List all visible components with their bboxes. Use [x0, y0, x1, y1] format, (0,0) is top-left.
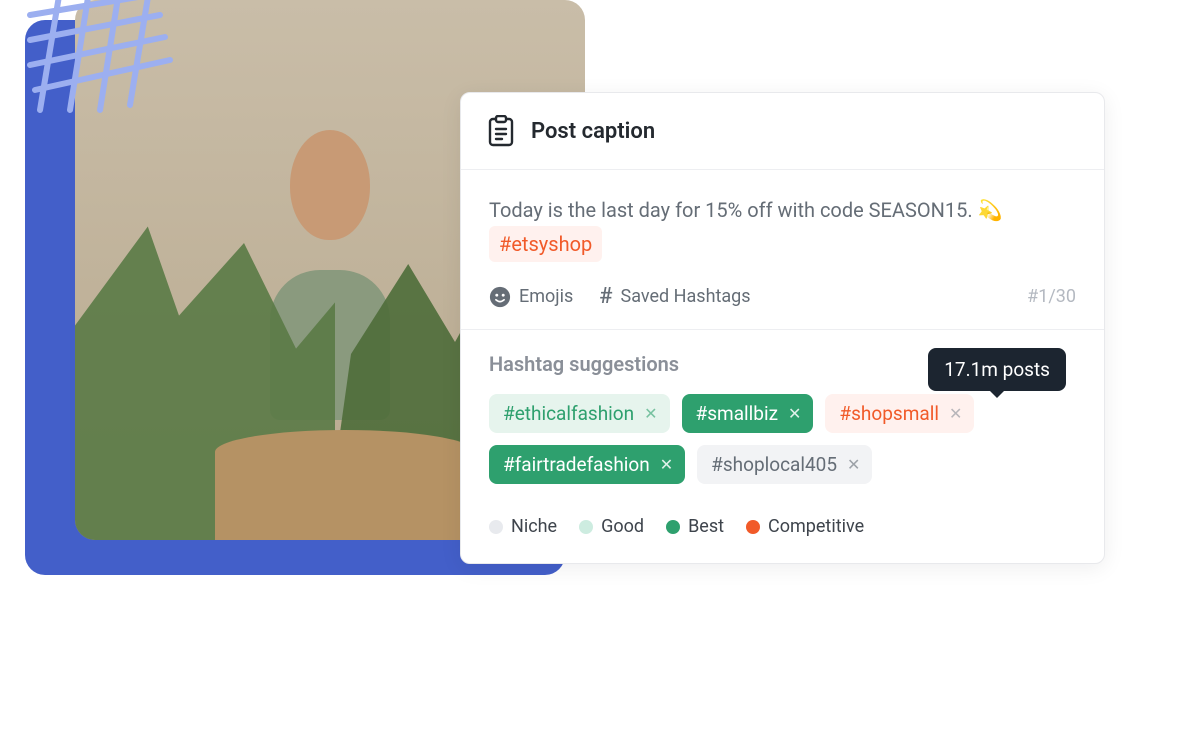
saved-hashtags-label: Saved Hashtags — [621, 286, 751, 307]
hashtag-suggestions-section: Hashtag suggestions 17.1m posts #ethical… — [461, 330, 1104, 508]
legend-label: Best — [688, 516, 724, 537]
legend-competitive: Competitive — [746, 516, 864, 537]
chip-label: #shopsmall — [839, 402, 939, 425]
dot-icon — [666, 520, 680, 534]
post-caption-card: Post caption Today is the last day for 1… — [460, 92, 1105, 564]
card-title: Post caption — [531, 119, 655, 144]
dizzy-emoji-icon: 💫 — [978, 194, 1003, 226]
close-icon[interactable]: ✕ — [949, 404, 962, 423]
inline-hashtag[interactable]: #etsyshop — [489, 226, 602, 262]
legend-label: Niche — [511, 516, 557, 537]
hashtag-chip-row: 17.1m posts #ethicalfashion ✕ #smallbiz … — [489, 394, 1076, 484]
hashtag-icon: # — [599, 284, 612, 309]
chip-label: #ethicalfashion — [503, 402, 634, 425]
legend-good: Good — [579, 516, 644, 537]
close-icon[interactable]: ✕ — [660, 455, 673, 474]
card-header: Post caption — [461, 93, 1104, 170]
hashtag-counter: #1/30 — [1027, 286, 1076, 307]
tier-legend: Niche Good Best Competitive — [461, 508, 1104, 563]
caption-main-text: Today is the last day for 15% off with c… — [489, 198, 978, 222]
chip-label: #smallbiz — [696, 402, 778, 425]
hashtag-chip[interactable]: #ethicalfashion ✕ — [489, 394, 670, 433]
close-icon[interactable]: ✕ — [788, 404, 801, 423]
hashtag-chip[interactable]: #smallbiz ✕ — [682, 394, 814, 433]
legend-label: Competitive — [768, 516, 864, 537]
clipboard-icon — [487, 115, 515, 147]
caption-tools-row: Emojis # Saved Hashtags #1/30 — [461, 280, 1104, 329]
saved-hashtags-button[interactable]: # Saved Hashtags — [599, 284, 750, 309]
decorative-scribble-icon — [20, 0, 180, 115]
legend-niche: Niche — [489, 516, 557, 537]
hashtag-chip[interactable]: #fairtradefashion ✕ — [489, 445, 685, 484]
legend-best: Best — [666, 516, 724, 537]
dot-icon — [746, 520, 760, 534]
chip-label: #shoplocal405 — [711, 453, 837, 476]
close-icon[interactable]: ✕ — [644, 404, 657, 423]
posts-tooltip: 17.1m posts — [928, 348, 1066, 391]
caption-input[interactable]: Today is the last day for 15% off with c… — [461, 170, 1104, 280]
caption-text: Today is the last day for 15% off with c… — [489, 194, 1076, 262]
dot-icon — [579, 520, 593, 534]
hashtag-chip[interactable]: #shopsmall ✕ — [825, 394, 974, 433]
emojis-label: Emojis — [519, 286, 573, 307]
emojis-button[interactable]: Emojis — [489, 286, 573, 308]
dot-icon — [489, 520, 503, 534]
chip-label: #fairtradefashion — [503, 453, 650, 476]
close-icon[interactable]: ✕ — [847, 455, 860, 474]
legend-label: Good — [601, 516, 644, 537]
smile-face-icon — [489, 286, 511, 308]
hashtag-chip[interactable]: #shoplocal405 ✕ — [697, 445, 872, 484]
